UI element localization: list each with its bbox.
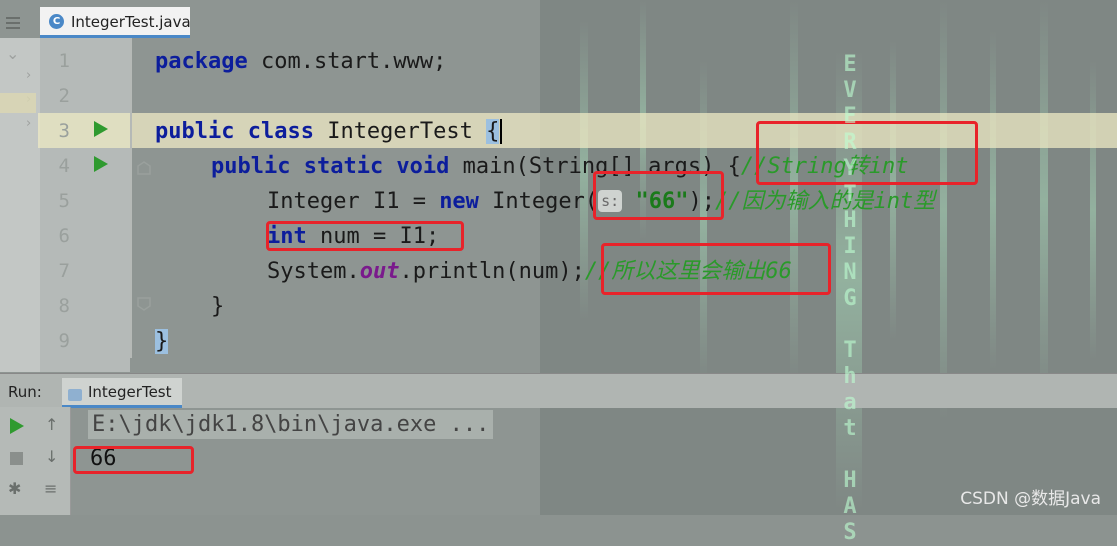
console-toolbar: ↑ ↓ ✱ ≡ [0,407,70,515]
fold-marker-icon[interactable] [137,160,151,179]
line-number: 1 [58,50,70,72]
code-comment: //因为输入的是int型 [714,189,936,214]
run-tab-integertest[interactable]: IntegerTest [62,378,182,408]
keyword: public static void [211,154,450,179]
brace: { [727,154,741,179]
run-class-icon[interactable] [94,121,108,141]
code-text: .println(num); [399,259,585,284]
gutter-divider [130,38,132,358]
tab-integertest-java[interactable]: C IntegerTest.java [40,7,191,38]
code-line-8[interactable]: } [211,289,224,324]
code-text: System. [267,259,360,284]
line-number: 8 [58,295,70,317]
keyword: new [439,189,479,214]
line-number: 2 [58,85,70,107]
code-line-1[interactable]: package com.start.www; [155,44,446,79]
stop-icon[interactable] [10,450,23,469]
line-number: 4 [58,155,70,177]
run-panel-header: Run: IntegerTest [0,373,1117,408]
annotation-box-output [73,446,194,474]
rerun-icon[interactable] [10,418,24,438]
code-text: com.start.www; [247,49,447,74]
console-command-line: E:\jdk\jdk1.8\bin\java.exe ... [88,410,494,439]
console-divider [70,407,71,515]
run-panel-title: Run: [8,383,42,401]
matched-brace: } [155,329,169,354]
annotation-box-output-comment [601,243,831,295]
matrix-vertical-text: EVERYTHINGThatHAS [843,52,857,545]
static-field: out [359,259,400,284]
annotation-box-comment [756,121,978,185]
code-text: Integer( [478,189,599,214]
run-config-icon [68,386,82,405]
code-line-9[interactable]: } [155,324,169,359]
editor-tab-bar: C IntegerTest.java [0,0,1117,38]
line-number: 3 [58,120,70,142]
code-text: Integer I1 = [267,189,440,214]
annotation-box-string [593,171,724,220]
annotation-box-int [266,221,464,251]
keyword: public class [155,119,314,144]
line-number: 5 [58,190,70,212]
text-cursor [500,119,503,144]
soft-wrap-icon[interactable]: ≡ [44,479,57,498]
code-line-3[interactable]: public class IntegerTest { [155,114,503,149]
project-panel-icon[interactable] [6,14,20,33]
code-text: IntegerTest [313,119,487,144]
run-main-icon[interactable] [94,156,108,176]
matched-brace: { [486,119,500,144]
keyword: package [155,49,248,74]
closing-brace: } [211,294,225,319]
watermark: CSDN @数据Java [960,489,1101,509]
java-class-icon: C [49,14,64,29]
line-number: 7 [58,260,70,282]
line-number: 9 [58,330,70,352]
tab-label: IntegerTest.java [71,13,191,31]
scroll-up-icon[interactable]: ↑ [45,415,58,434]
line-number: 6 [58,225,70,247]
fold-marker-icon[interactable] [137,296,151,315]
run-tab-label: IntegerTest [88,383,172,401]
debug-bug-icon[interactable]: ✱ [8,479,21,498]
scroll-down-icon[interactable]: ↓ [45,447,58,466]
